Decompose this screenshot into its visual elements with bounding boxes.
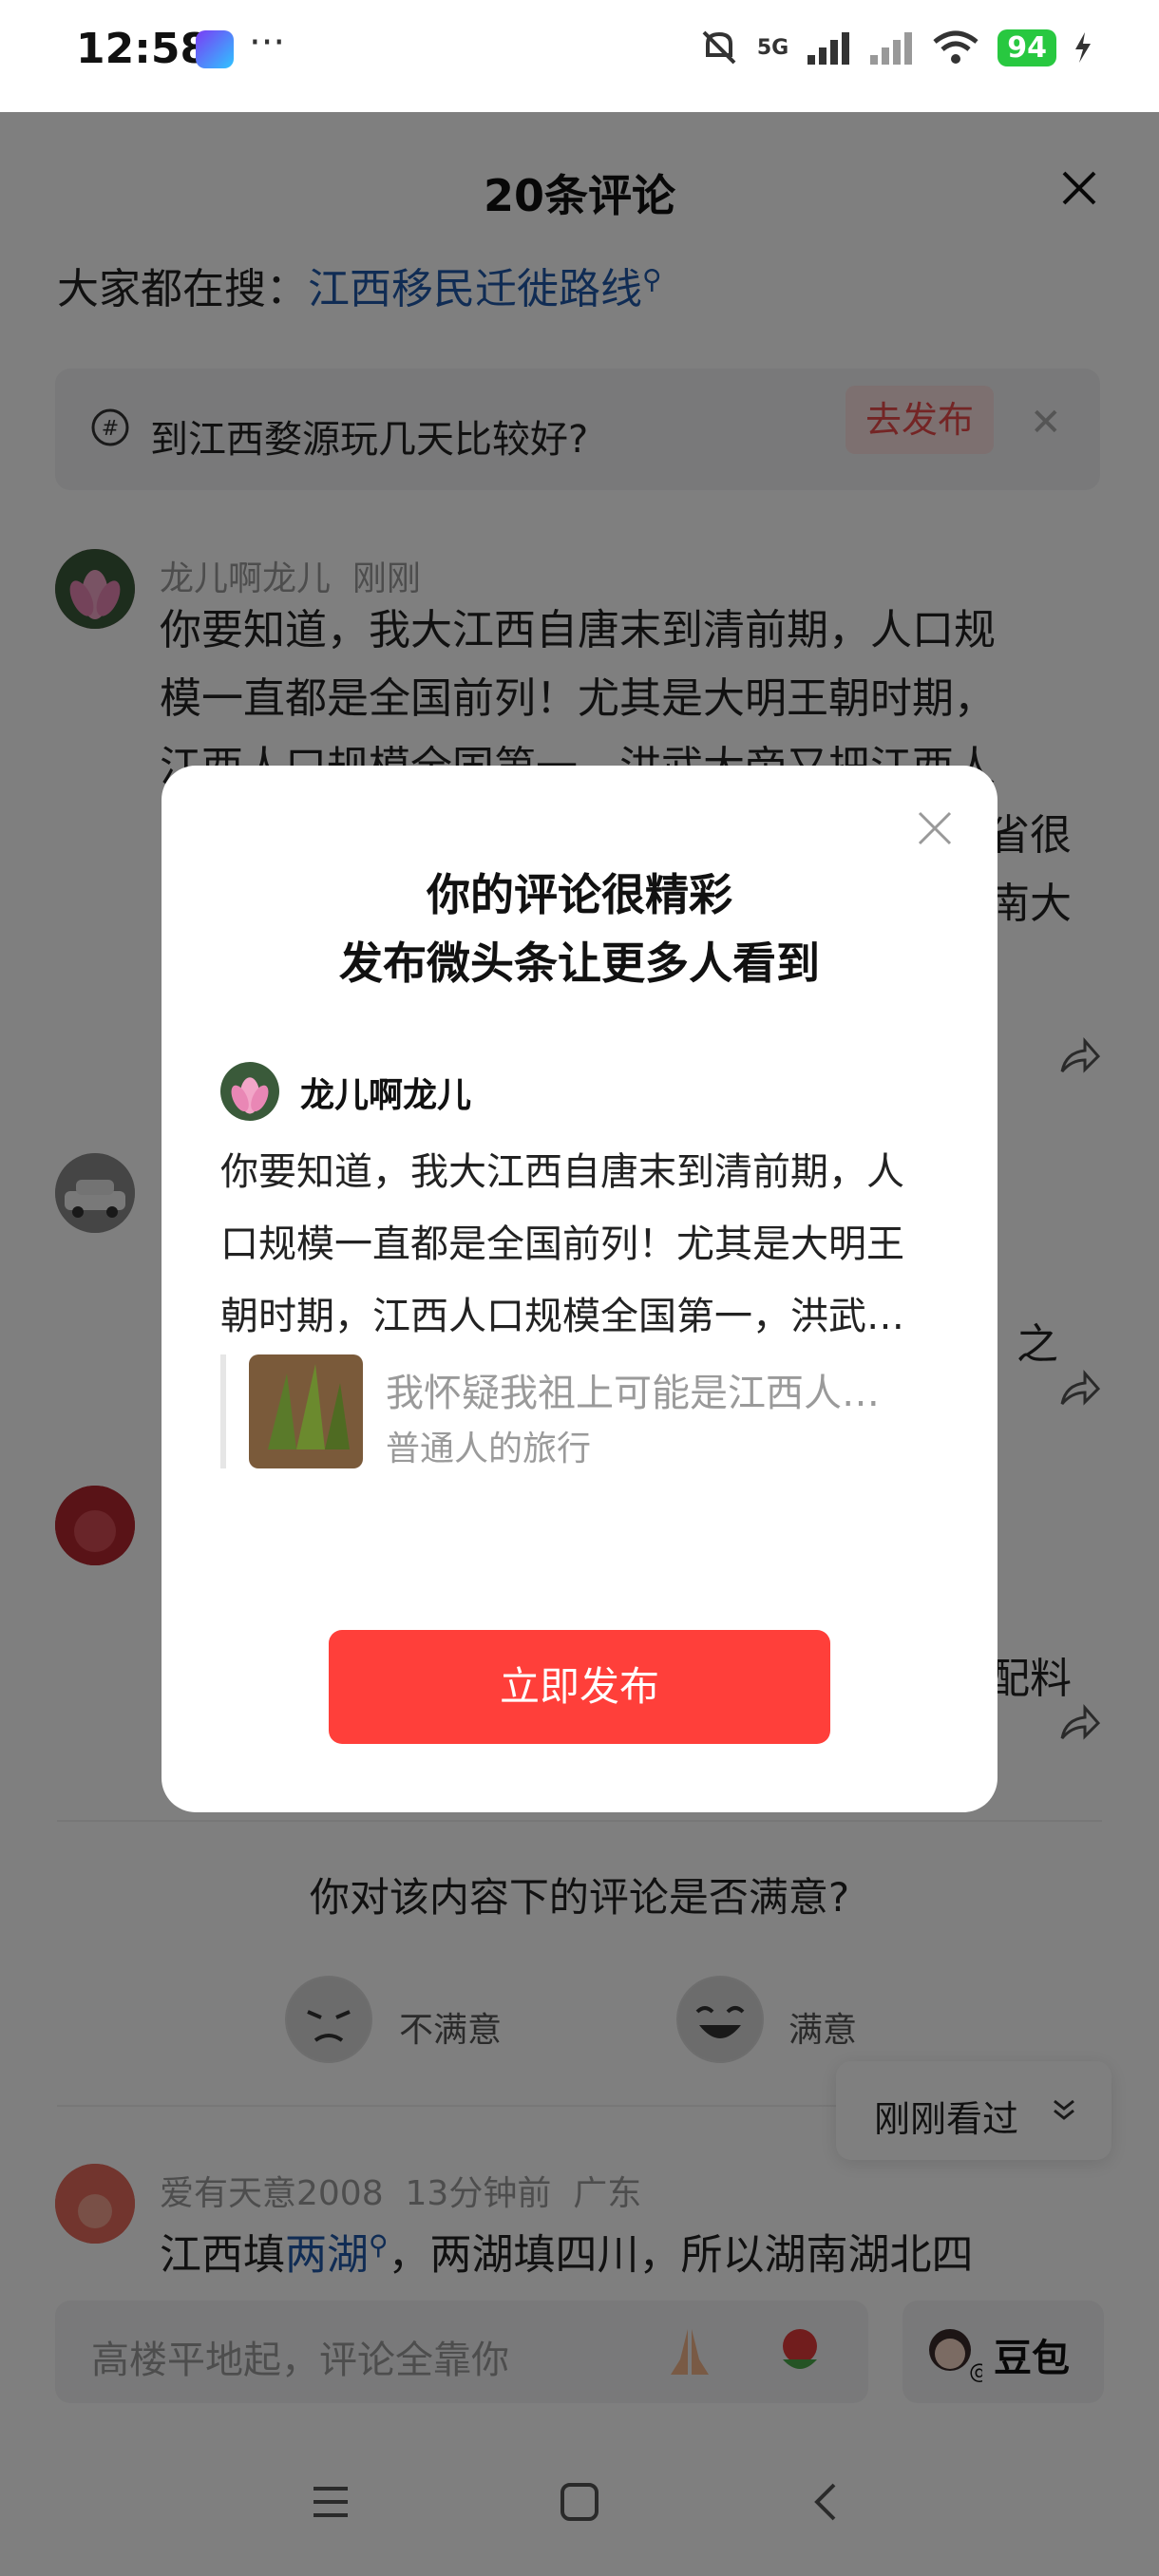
status-icons: 5G 94	[698, 27, 1092, 68]
food-thumbnail-icon	[249, 1354, 363, 1468]
dialog-title-line: 你的评论很精彩	[427, 869, 732, 920]
wifi-icon	[933, 30, 978, 64]
charging-icon	[1075, 32, 1091, 63]
publish-dialog: 你的评论很精彩 发布微头条让更多人看到 龙儿啊龙儿 你要知道，我大江西自唐末到清…	[162, 766, 998, 1812]
dialog-comment-preview: 你要知道，我大江西自唐末到清前期，人 口规模一直都是全国前列！尤其是大明王 朝时…	[220, 1136, 942, 1353]
quote-title: 我怀疑我祖上可能是江西人…	[386, 1372, 880, 1415]
status-time: 12:58	[76, 25, 210, 73]
dialog-avatar	[220, 1062, 279, 1121]
quote-source: 普通人的旅行	[386, 1430, 592, 1468]
dialog-body-line: 你要知道，我大江西自唐末到清前期，人	[220, 1150, 904, 1194]
signal-2-icon	[870, 32, 913, 65]
publish-now-button[interactable]: 立即发布	[329, 1630, 830, 1744]
network-label: 5G	[756, 35, 789, 60]
signal-icon	[808, 32, 850, 65]
dialog-body-line: 口规模一直都是全国前列！尤其是大明王	[220, 1222, 904, 1266]
status-bar: 12:58 ··· 5G 94	[0, 0, 1159, 104]
battery-indicator: 94	[998, 28, 1056, 66]
lotus-avatar-icon	[220, 1062, 279, 1121]
app-icon	[196, 30, 234, 68]
status-more-icon: ···	[249, 21, 286, 65]
dialog-title-line: 发布微头条让更多人看到	[339, 938, 820, 989]
dialog-close-icon[interactable]	[912, 805, 958, 851]
dialog-username: 龙儿啊龙儿	[300, 1076, 472, 1115]
dialog-title: 你的评论很精彩 发布微头条让更多人看到	[162, 861, 998, 997]
mute-icon	[702, 30, 736, 65]
dialog-body-line: 朝时期，江西人口规模全国第一，洪武…	[220, 1295, 904, 1338]
quote-thumbnail	[249, 1354, 363, 1468]
quote-bar	[220, 1354, 226, 1468]
